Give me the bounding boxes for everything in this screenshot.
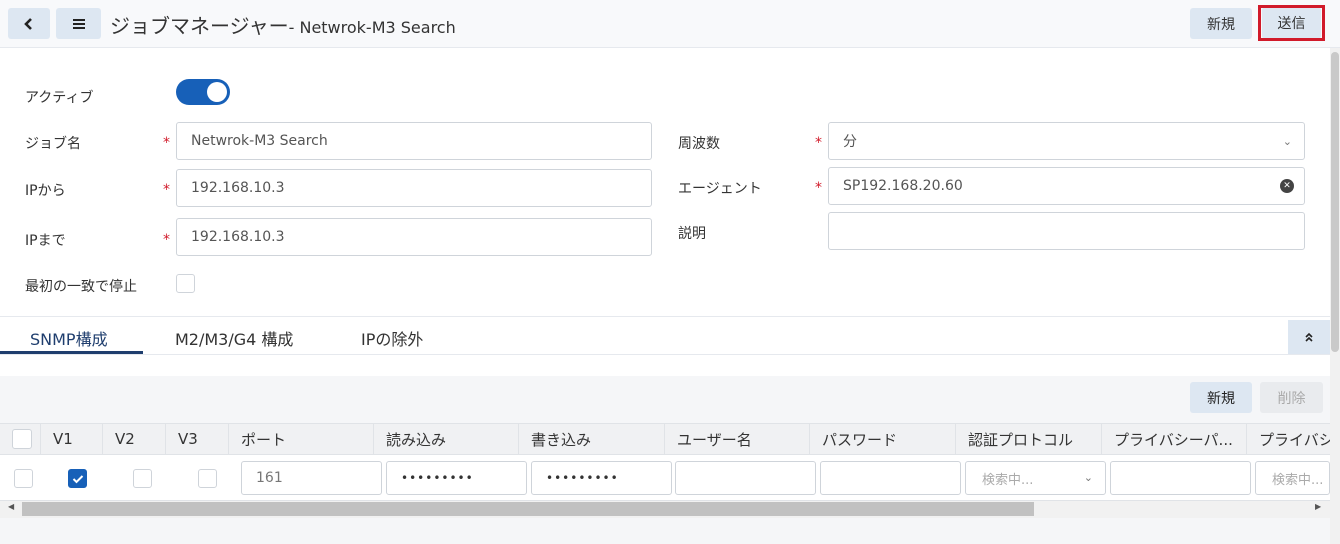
select-all-checkbox[interactable] xyxy=(12,429,32,449)
column-header[interactable]: 読み込み xyxy=(374,423,519,455)
column-header[interactable]: プライバシーパ... xyxy=(1102,423,1247,455)
checkmark-icon xyxy=(72,474,83,483)
auth-protocol-placeholder: 検索中... xyxy=(982,472,1034,488)
agent-value: SP192.168.20.60 xyxy=(843,178,963,194)
grid-new-button[interactable]: 新規 xyxy=(1190,382,1252,413)
required-mark: * xyxy=(163,232,170,248)
tab-snmp-config[interactable]: SNMP構成 xyxy=(30,326,108,350)
tabs-bottom-divider xyxy=(0,354,1330,355)
job-name-input[interactable]: Netwrok-M3 Search xyxy=(176,122,652,160)
new-button[interactable]: 新規 xyxy=(1190,8,1252,39)
v3-checkbox[interactable] xyxy=(198,469,217,488)
column-header[interactable]: ユーザー名 xyxy=(665,423,810,455)
menu-button[interactable] xyxy=(56,8,101,39)
description-input[interactable] xyxy=(828,212,1305,250)
privacy-protocol-select[interactable]: 検索中... xyxy=(1255,461,1330,495)
v1-checkbox[interactable] xyxy=(68,469,87,488)
port-input[interactable]: 161 xyxy=(241,461,382,495)
chevron-down-icon: ⌄ xyxy=(1282,135,1292,148)
clear-icon[interactable]: ✕ xyxy=(1280,179,1294,193)
ip-from-input[interactable]: 192.168.10.3 xyxy=(176,169,652,207)
tab-ip-exclusion[interactable]: IPの除外 xyxy=(361,326,423,350)
page-title: ジョブマネージャー - Netwrok-M3 Search xyxy=(110,10,456,39)
active-label: アクティブ xyxy=(25,90,94,106)
privacy-password-input[interactable] xyxy=(1110,461,1251,495)
required-mark: * xyxy=(163,135,170,151)
active-toggle[interactable] xyxy=(176,79,230,105)
horizontal-scrollbar-thumb[interactable] xyxy=(22,502,1034,516)
agent-input[interactable]: SP192.168.20.60 ✕ xyxy=(828,167,1305,205)
agent-label: エージェント xyxy=(678,181,762,197)
column-header[interactable]: V3 xyxy=(166,423,229,455)
back-button[interactable] xyxy=(8,8,50,39)
header-select-all-cell xyxy=(0,423,41,455)
scroll-left-arrow-icon[interactable]: ◀ xyxy=(8,502,14,511)
scroll-right-arrow-icon[interactable]: ▶ xyxy=(1315,502,1321,511)
grid-delete-button: 削除 xyxy=(1260,382,1323,413)
column-header[interactable]: 認証プロトコル xyxy=(956,423,1102,455)
read-community-input[interactable]: ••••••••• xyxy=(386,461,527,495)
chevron-down-icon: ⌄ xyxy=(1083,471,1093,484)
column-header[interactable]: 書き込み xyxy=(519,423,665,455)
page-title-main: ジョブマネージャー xyxy=(110,14,289,38)
ip-to-label: IPまで xyxy=(25,233,66,249)
auth-protocol-select[interactable]: 検索中... ⌄ xyxy=(965,461,1106,495)
password-input[interactable] xyxy=(820,461,961,495)
column-header[interactable]: パスワード xyxy=(810,423,956,455)
column-header[interactable]: プライバシ xyxy=(1247,423,1330,455)
frequency-value: 分 xyxy=(843,134,857,150)
write-community-input[interactable]: ••••••••• xyxy=(531,461,672,495)
column-header[interactable]: V2 xyxy=(103,423,166,455)
stop-first-match-checkbox[interactable] xyxy=(176,274,195,293)
collapse-button[interactable] xyxy=(1288,320,1330,354)
required-mark: * xyxy=(163,182,170,198)
toggle-knob xyxy=(207,82,227,102)
stop-first-match-label: 最初の一致で停止 xyxy=(25,279,137,295)
chevron-left-icon xyxy=(24,17,32,30)
description-label: 説明 xyxy=(678,226,706,242)
page-title-sub: - Netwrok-M3 Search xyxy=(288,18,456,37)
double-chevron-up-icon xyxy=(1305,332,1313,342)
required-mark: * xyxy=(815,135,822,151)
required-mark: * xyxy=(815,180,822,196)
hamburger-icon xyxy=(72,18,85,29)
job-name-label: ジョブ名 xyxy=(25,136,81,152)
ip-to-input[interactable]: 192.168.10.3 xyxy=(176,218,652,256)
ip-from-label: IPから xyxy=(25,183,66,199)
column-header[interactable]: ポート xyxy=(229,423,374,455)
frequency-label: 周波数 xyxy=(678,136,720,152)
column-header[interactable]: V1 xyxy=(41,423,103,455)
row-select-checkbox[interactable] xyxy=(14,469,33,488)
v2-checkbox[interactable] xyxy=(133,469,152,488)
username-input[interactable] xyxy=(675,461,816,495)
vertical-scrollbar-thumb[interactable] xyxy=(1331,52,1339,352)
tabs-divider xyxy=(0,316,1330,317)
send-button[interactable]: 送信 xyxy=(1262,8,1321,38)
tab-m2-m3-g4-config[interactable]: M2/M3/G4 構成 xyxy=(175,326,293,350)
send-button-highlight: 送信 xyxy=(1258,5,1325,41)
frequency-select[interactable]: 分 ⌄ xyxy=(828,122,1305,160)
